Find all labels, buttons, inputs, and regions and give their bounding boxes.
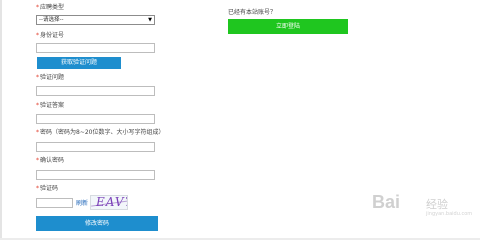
id-label: *身份证号 [36, 32, 65, 39]
question-label: *验证问题 [36, 74, 65, 81]
login-button[interactable]: 立即登陆 [228, 19, 348, 34]
type-select[interactable]: --请选择-- ▼ [36, 15, 155, 25]
captcha-label: *验证码 [36, 185, 59, 192]
submit-button[interactable]: 修改密码 [36, 216, 158, 231]
question-input[interactable] [36, 86, 155, 96]
password-label: *密码（密码为8~20位数字、大小写字符组成） [36, 129, 165, 136]
dropdown-arrow-icon: ▼ [148, 17, 152, 23]
baidu-logo: Bai [372, 192, 401, 212]
baidu-jingyan-watermark: Bai 经验 jingyan.baidu.com [372, 192, 473, 217]
page-left-edge [0, 0, 2, 240]
captcha-text: EAV7 [96, 195, 127, 209]
captcha-input[interactable] [36, 198, 73, 208]
id-input[interactable] [36, 43, 155, 53]
has-account-text: 已经有本站账号？ [228, 9, 277, 16]
refresh-captcha-link[interactable]: 刷新 [76, 200, 88, 208]
password-input[interactable] [36, 142, 155, 152]
type-label: *应聘类型 [36, 4, 65, 11]
captcha-image[interactable]: EAV7 [90, 195, 128, 210]
get-question-button[interactable]: 获取验证问题 [37, 57, 121, 69]
confirm-password-input[interactable] [36, 170, 155, 180]
answer-input[interactable] [36, 114, 155, 124]
confirm-label: *确认密码 [36, 157, 65, 164]
answer-label: *验证答案 [36, 102, 65, 109]
